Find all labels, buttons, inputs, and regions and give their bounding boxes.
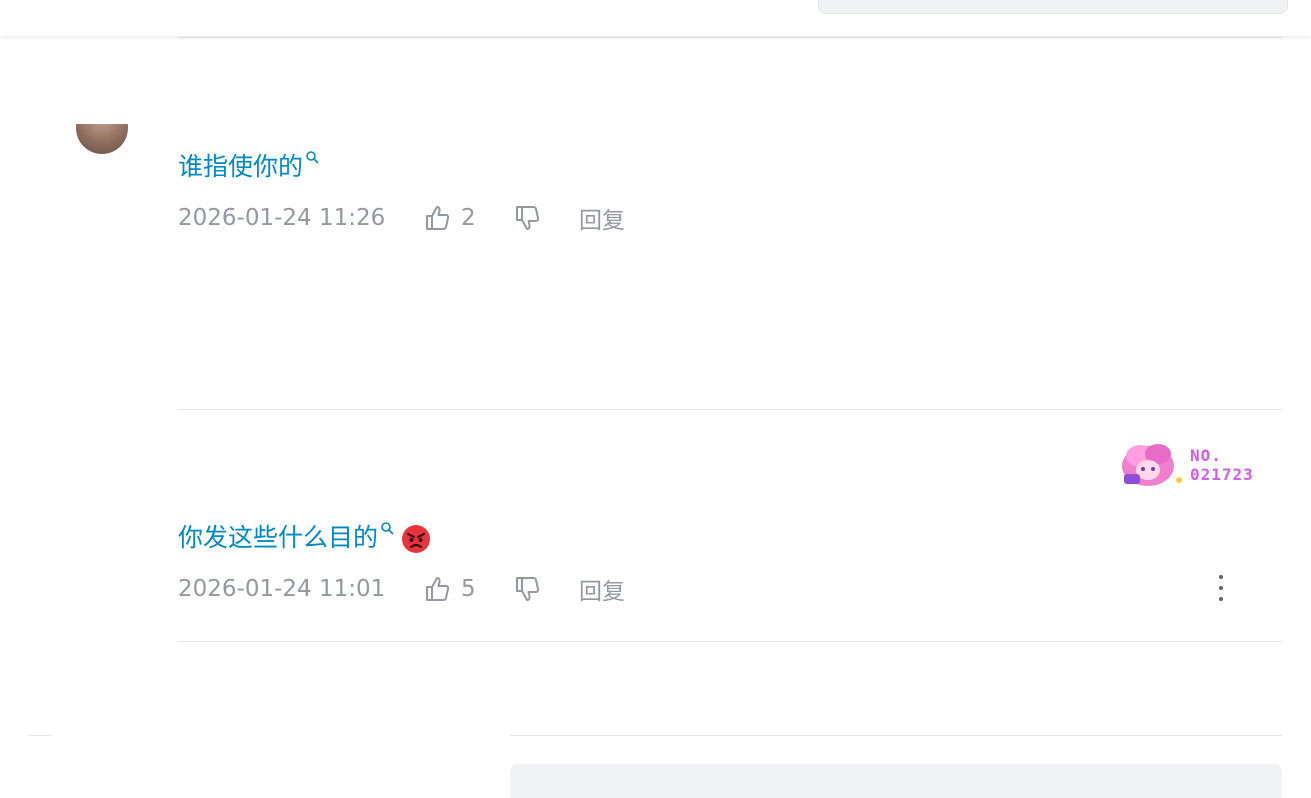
top-bar	[0, 0, 1311, 36]
search-keyword-link[interactable]: 你发这些什么目的	[178, 523, 378, 552]
search-input[interactable]	[818, 0, 1288, 14]
badge-number: NO. 021723	[1190, 446, 1254, 484]
divider	[178, 641, 1282, 642]
search-icon[interactable]	[380, 521, 394, 535]
reply-button[interactable]: 回复	[579, 201, 625, 235]
reply-button[interactable]: 回复	[579, 572, 625, 606]
comment-meta: 2026-01-24 11:01 5 回复	[178, 572, 625, 606]
divider	[178, 37, 1282, 38]
comment-text: 谁指使你的	[178, 150, 319, 184]
angry-face-emoji	[402, 525, 431, 553]
search-icon[interactable]	[305, 150, 319, 164]
comment-time: 2026-01-24 11:01	[178, 576, 386, 602]
divider	[510, 735, 1282, 736]
like-button[interactable]: 5	[423, 575, 513, 603]
thumbs-down-icon	[516, 577, 540, 601]
comment-time: 2026-01-24 11:26	[178, 205, 386, 231]
like-count: 2	[461, 205, 476, 231]
search-keyword-link[interactable]: 谁指使你的	[178, 152, 303, 181]
comment-meta: 2026-01-24 11:26 2 回复	[178, 201, 625, 235]
thumbs-down-icon	[516, 206, 540, 230]
thumbs-up-icon	[426, 577, 450, 601]
anime-character-badge-icon	[1122, 444, 1182, 486]
more-vertical-icon[interactable]	[1210, 575, 1232, 601]
divider	[28, 735, 52, 736]
like-count: 5	[461, 576, 476, 602]
dislike-button[interactable]	[513, 575, 579, 603]
comment-input-box[interactable]	[510, 764, 1282, 798]
fan-badge[interactable]: NO. 021723	[1118, 440, 1278, 492]
bilibili-logo-icon[interactable]	[40, 0, 130, 4]
thumbs-up-icon	[426, 206, 450, 230]
comment-text: 你发这些什么目的	[178, 521, 432, 555]
avatar[interactable]	[76, 124, 128, 154]
like-button[interactable]: 2	[423, 204, 513, 232]
divider	[178, 409, 1282, 410]
dislike-button[interactable]	[513, 204, 579, 232]
